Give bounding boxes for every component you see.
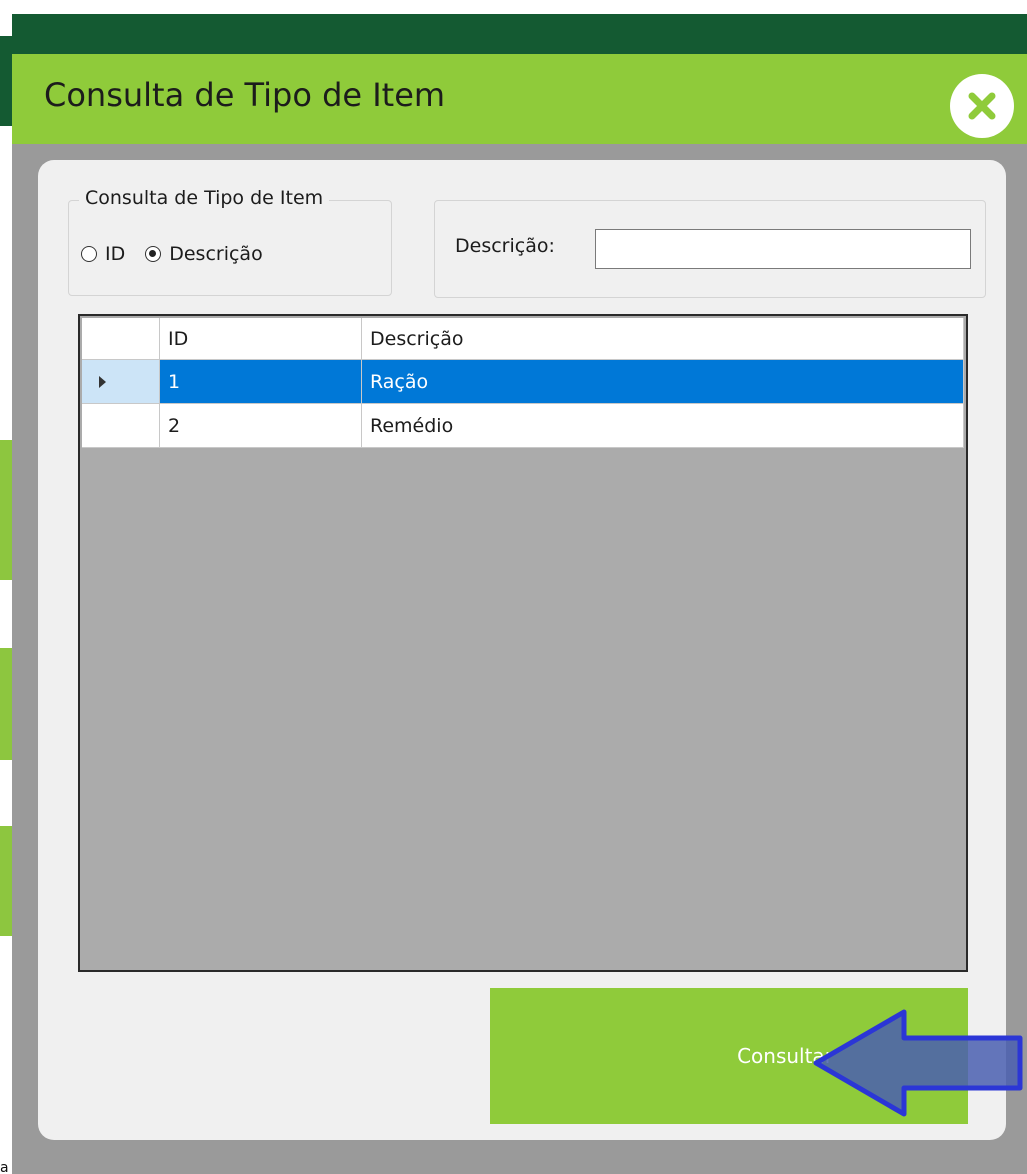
column-header-descricao[interactable]: Descrição xyxy=(362,318,964,360)
background-window-header xyxy=(0,36,12,126)
dialog-top-band xyxy=(12,14,1027,54)
radio-id-label: ID xyxy=(105,243,126,265)
radio-id-circle[interactable] xyxy=(81,246,97,262)
screen: Consulta de Tipo de Item Consulta de Tip… xyxy=(0,0,1027,1174)
row-selector[interactable] xyxy=(82,360,160,404)
radio-descricao[interactable]: Descrição xyxy=(145,243,263,265)
left-arrow-annotation-icon xyxy=(813,1009,1023,1117)
background-accent-block xyxy=(0,648,12,760)
background-text-fragment: a xyxy=(0,1160,9,1174)
cell-descricao[interactable]: Remédio xyxy=(362,404,964,448)
column-header-id[interactable]: ID xyxy=(160,318,362,360)
radio-descricao-circle[interactable] xyxy=(145,246,162,262)
table-row[interactable]: 2 Remédio xyxy=(82,404,964,448)
cell-id[interactable]: 2 xyxy=(160,404,362,448)
row-header-corner xyxy=(82,318,160,360)
results-grid[interactable]: ID Descrição 1 Ração 2 Remédio xyxy=(78,314,968,972)
grid-header: ID Descrição xyxy=(82,318,964,360)
search-input[interactable] xyxy=(595,229,971,269)
cell-id[interactable]: 1 xyxy=(160,360,362,404)
row-selector[interactable] xyxy=(82,404,160,448)
groupbox-title: Consulta de Tipo de Item xyxy=(79,187,330,209)
background-accent-block xyxy=(0,440,12,580)
close-x-icon xyxy=(968,92,996,120)
table-row[interactable]: 1 Ração xyxy=(82,360,964,404)
search-panel: Descrição: xyxy=(434,200,986,298)
cell-descricao[interactable]: Ração xyxy=(362,360,964,404)
dialog-title-bar: Consulta de Tipo de Item xyxy=(12,54,1027,144)
search-label: Descrição: xyxy=(455,235,555,257)
dialog-content-panel: Consulta de Tipo de Item ID Descrição De… xyxy=(38,160,1023,1140)
search-mode-options: ID Descrição xyxy=(81,241,277,267)
dialog-body: Consulta de Tipo de Item ID Descrição De… xyxy=(12,144,1027,1174)
radio-descricao-label: Descrição xyxy=(169,243,263,265)
search-mode-groupbox: Consulta de Tipo de Item ID Descrição xyxy=(68,187,392,296)
background-accent-block xyxy=(0,826,12,936)
current-row-arrow-icon xyxy=(99,375,106,388)
background-window-edge xyxy=(0,0,12,1174)
dialog-title: Consulta de Tipo de Item xyxy=(44,76,446,114)
close-button[interactable] xyxy=(950,74,1014,138)
radio-id[interactable]: ID xyxy=(81,243,125,265)
